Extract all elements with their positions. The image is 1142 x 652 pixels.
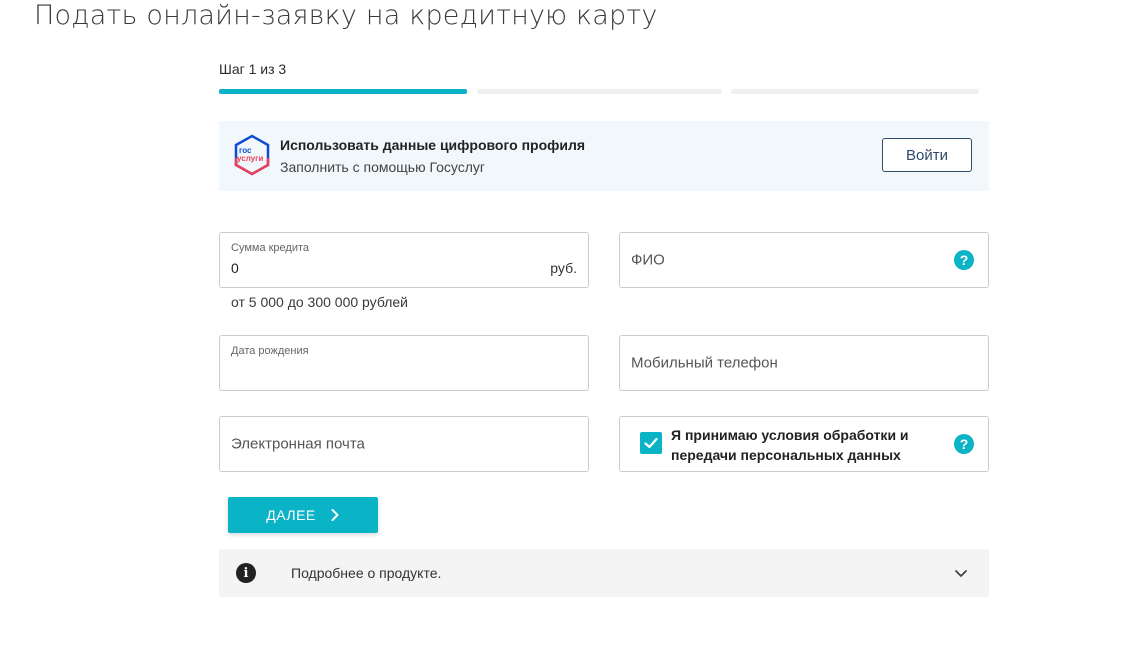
- product-details-accordion[interactable]: i Подробнее о продукте.: [219, 549, 989, 597]
- currency-suffix: руб.: [550, 260, 577, 276]
- question-icon[interactable]: ?: [954, 250, 974, 270]
- chevron-right-icon: [331, 509, 339, 521]
- gosuslugi-title: Использовать данные цифрового профиля: [280, 137, 586, 153]
- product-details-label: Подробнее о продукте.: [291, 565, 442, 581]
- credit-amount-hint: от 5 000 до 300 000 рублей: [231, 294, 408, 310]
- next-button[interactable]: ДАЛЕЕ: [228, 497, 378, 533]
- checkmark-icon: [644, 437, 658, 449]
- mobile-phone-field[interactable]: Мобильный телефон: [619, 335, 989, 391]
- gosuslugi-login-button[interactable]: Войти: [882, 138, 972, 172]
- gosuslugi-logo-bottom: услуги: [237, 154, 263, 163]
- birth-date-field[interactable]: Дата рождения: [219, 335, 589, 391]
- email-placeholder: Электронная почта: [231, 435, 365, 453]
- step-indicator: Шаг 1 из 3: [219, 61, 287, 77]
- consent-checkbox[interactable]: [640, 432, 662, 454]
- gosuslugi-panel: гос услуги Использовать данные цифрового…: [219, 121, 989, 191]
- progress-bar: [219, 89, 979, 94]
- question-icon[interactable]: ?: [954, 434, 974, 454]
- mobile-phone-placeholder: Мобильный телефон: [631, 354, 778, 372]
- page-title: Подать онлайн-заявку на кредитную карту: [34, 0, 658, 31]
- progress-step-1: [219, 89, 467, 94]
- birth-date-label: Дата рождения: [231, 345, 309, 357]
- consent-box: Я принимаю условия обработки и передачи …: [619, 416, 989, 472]
- gosuslugi-logo: гос услуги: [234, 134, 270, 176]
- progress-step-3: [731, 89, 979, 94]
- consent-label: Я принимаю условия обработки и передачи …: [671, 427, 909, 463]
- credit-amount-label: Сумма кредита: [231, 242, 310, 254]
- full-name-placeholder: ФИО: [631, 251, 665, 269]
- credit-amount-field[interactable]: Сумма кредита 0 руб.: [219, 232, 589, 288]
- info-icon: i: [236, 563, 256, 583]
- next-button-label: ДАЛЕЕ: [266, 507, 316, 523]
- gosuslugi-subtitle: Заполнить с помощью Госуслуг: [280, 159, 486, 175]
- progress-step-2: [477, 89, 722, 94]
- full-name-field[interactable]: ФИО ?: [619, 232, 989, 288]
- credit-amount-value[interactable]: 0: [231, 260, 239, 276]
- chevron-down-icon[interactable]: [953, 565, 969, 581]
- email-field[interactable]: Электронная почта: [219, 416, 589, 472]
